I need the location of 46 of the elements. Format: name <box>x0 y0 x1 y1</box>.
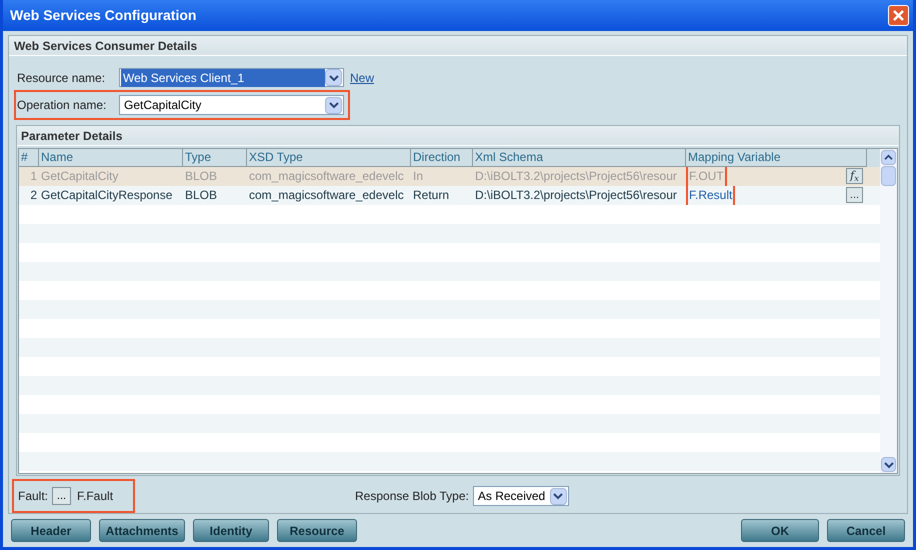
dialog-button[interactable]: Identity <box>193 519 269 542</box>
blob-type-dropdown[interactable]: As Received <box>472 486 569 506</box>
section-header: Web Services Consumer Details <box>9 36 907 56</box>
dialog-button[interactable]: Resource <box>277 519 357 542</box>
scroll-thumb[interactable] <box>881 166 896 186</box>
table-cell-text: 1 <box>29 168 38 185</box>
table-row[interactable]: 2 GetCapitalCityResponse BLOB com_magicsoftware_edevelc Return D:\iBOLT3.2\projects\Project56\resour F.Result ... <box>19 186 880 205</box>
dialog-button[interactable]: OK <box>741 519 819 542</box>
field-label: Operation name: <box>17 97 108 114</box>
formula-button[interactable]: f$_{x}$ <box>846 168 863 184</box>
table-cell-text: com_magicsoftware_edevelc <box>248 187 405 204</box>
scroll-up-icon <box>884 154 893 161</box>
table-cell-text: 2 <box>29 187 38 204</box>
field-label: Response Blob Type: <box>355 488 469 505</box>
field-label: Fault: <box>18 488 48 505</box>
browse-button[interactable]: ... <box>52 487 72 505</box>
dialog-button[interactable]: Cancel <box>827 519 905 542</box>
dropdown-caret-icon <box>553 492 564 500</box>
resource-dropdown[interactable]: Web Services Client_1 <box>119 68 344 87</box>
table-cell-text: GetCapitalCityResponse <box>40 187 174 204</box>
window-title: Web Services Configuration <box>9 6 196 25</box>
close-button[interactable] <box>888 5 909 26</box>
fault-value: F.Fault <box>77 488 114 505</box>
dialog-button[interactable]: Attachments <box>99 519 185 542</box>
table-cell-text: Return <box>412 187 450 204</box>
dropdown-caret-icon <box>328 101 338 109</box>
table-cell-text: D:\iBOLT3.2\projects\Project56\resour <box>474 187 678 204</box>
table-cell-text: BLOB <box>184 168 218 185</box>
table-cell-text: GetCapitalCity <box>40 168 120 185</box>
table-cell-text: BLOB <box>184 187 218 204</box>
section-header: Parameter Details <box>17 126 899 146</box>
table-cell-text: com_magicsoftware_edevelc <box>248 168 405 185</box>
table-cell-text: In <box>412 168 424 185</box>
scrollbar[interactable] <box>880 149 897 473</box>
operation-dropdown[interactable]: GetCapitalCity <box>119 95 344 115</box>
table-cell-text: D:\iBOLT3.2\projects\Project56\resour <box>474 168 678 185</box>
table-cell: F.Result ... <box>686 186 867 205</box>
close-icon <box>893 10 904 21</box>
table-row[interactable]: 1 GetCapitalCity BLOB com_magicsoftware_edevelc In D:\iBOLT3.2\projects\Project56\resour F.OUT f$_{x}$ <box>19 167 880 186</box>
browse-button[interactable]: ... <box>846 187 863 203</box>
new-link[interactable]: New <box>350 68 374 86</box>
dropdown-caret-icon <box>884 460 894 468</box>
table-cell: F.OUT f$_{x}$ <box>686 167 867 186</box>
field-label: Resource name: <box>17 70 106 86</box>
dropdown-caret-icon <box>328 74 338 82</box>
dialog-button[interactable]: Header <box>11 519 91 542</box>
